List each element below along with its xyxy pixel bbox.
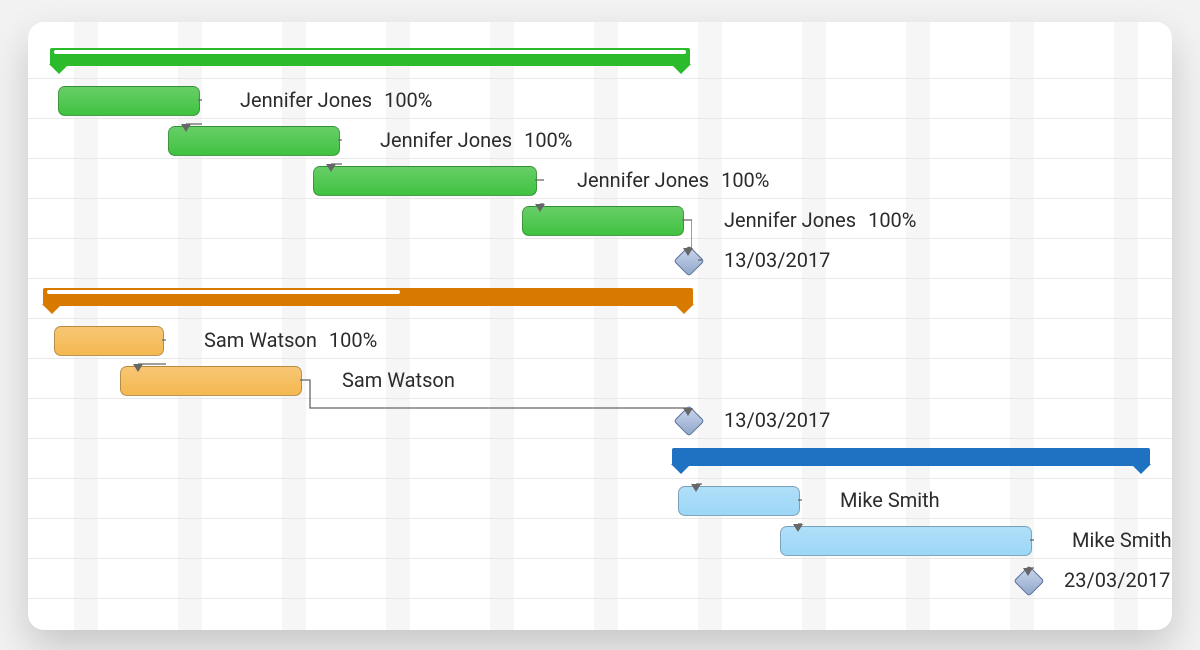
weekend-band <box>282 22 306 630</box>
dependency-arrow-icon <box>793 524 803 532</box>
dependency-arrow-icon <box>683 248 693 256</box>
grid-row-line <box>28 558 1172 559</box>
milestone-label: 13/03/2017 <box>724 248 830 272</box>
weekend-band <box>490 22 514 630</box>
dependency-arrow-icon <box>1023 568 1033 576</box>
task-bar[interactable] <box>58 86 200 116</box>
dependency-line <box>692 256 702 488</box>
grid-row-line <box>28 238 1172 239</box>
task-label: Sam Watson100% <box>204 328 377 352</box>
task-bar[interactable] <box>168 126 340 156</box>
grid-row-line <box>28 78 1172 79</box>
summary-bar[interactable] <box>43 288 693 306</box>
milestone-label: 13/03/2017 <box>724 408 830 432</box>
task-label: Mike Smith <box>840 488 940 512</box>
grid-row-line <box>28 438 1172 439</box>
dependency-line <box>1024 536 1034 572</box>
weekend-band <box>386 22 410 630</box>
dependency-arrow-icon <box>133 364 143 372</box>
dependency-arrow-icon <box>326 164 336 172</box>
grid-row-line <box>28 158 1172 159</box>
task-bar[interactable] <box>120 366 302 396</box>
summary-bar[interactable] <box>672 448 1150 466</box>
grid-row-line <box>28 478 1172 479</box>
dependency-arrow-icon <box>691 484 701 492</box>
grid-row-line <box>28 598 1172 599</box>
milestone-label: 23/03/2017 <box>1064 568 1170 592</box>
dependency-arrow-icon <box>181 124 191 132</box>
weekend-band <box>594 22 618 630</box>
summary-bar[interactable] <box>50 48 690 66</box>
task-bar[interactable] <box>522 206 684 236</box>
dependency-line <box>296 376 692 412</box>
grid-row-line <box>28 198 1172 199</box>
task-bar[interactable] <box>313 166 537 196</box>
task-label: Jennifer Jones100% <box>380 128 572 152</box>
grid-row-line <box>28 318 1172 319</box>
task-bar[interactable] <box>780 526 1032 556</box>
task-label: Jennifer Jones100% <box>240 88 432 112</box>
task-label: Jennifer Jones100% <box>724 208 916 232</box>
grid-row-line <box>28 518 1172 519</box>
grid-row-line <box>28 278 1172 279</box>
dependency-arrow-icon <box>535 204 545 212</box>
dependency-line <box>678 216 692 252</box>
grid-row-line <box>28 358 1172 359</box>
task-label: Mike Smith <box>1072 528 1172 552</box>
task-label: Jennifer Jones100% <box>577 168 769 192</box>
